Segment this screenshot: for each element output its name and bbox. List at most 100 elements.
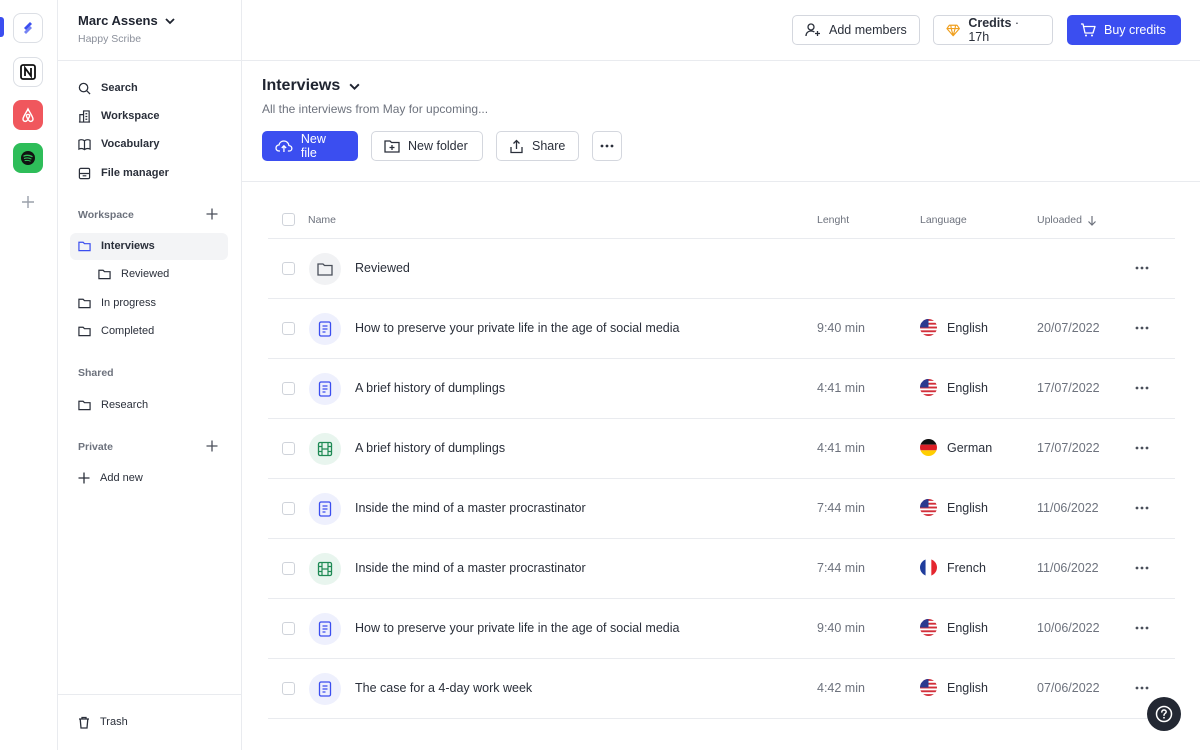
credits-button[interactable]: Credits · 17h: [933, 15, 1053, 45]
folder-icon: [78, 326, 91, 337]
file-length: 9:40 min: [817, 321, 865, 335]
more-horizontal-icon: [1135, 386, 1149, 390]
trash-button[interactable]: Trash: [78, 713, 128, 731]
table-row[interactable]: Inside the mind of a master procrastinat…: [268, 539, 1175, 599]
table-row[interactable]: A brief history of dumplings 4:41 min Engl…: [268, 359, 1175, 419]
diamond-icon: [946, 24, 960, 36]
spotify-app-icon[interactable]: [13, 143, 43, 173]
row-checkbox[interactable]: [282, 682, 295, 695]
row-checkbox[interactable]: [282, 562, 295, 575]
file-name[interactable]: A brief history of dumplings: [355, 441, 505, 455]
page-title: Interviews: [262, 77, 341, 94]
sidebar-item-research[interactable]: Research: [78, 396, 148, 414]
file-language-label: French: [947, 560, 986, 575]
more-horizontal-icon: [600, 144, 614, 148]
help-button[interactable]: [1147, 697, 1181, 731]
row-more-button[interactable]: [1133, 437, 1151, 457]
select-all-checkbox[interactable]: [282, 213, 295, 226]
row-checkbox[interactable]: [282, 262, 295, 275]
notion-app-icon[interactable]: [13, 57, 43, 87]
nav-file-manager[interactable]: File manager: [78, 164, 169, 182]
happy-scribe-app-icon[interactable]: [13, 13, 43, 43]
new-folder-button[interactable]: New folder: [371, 131, 483, 161]
new-folder-label: New folder: [408, 139, 468, 153]
active-app-indicator: [0, 17, 4, 37]
column-header-language[interactable]: Language: [920, 214, 967, 226]
chevron-down-icon: [165, 17, 175, 24]
file-name[interactable]: How to preserve your private life in the…: [355, 621, 679, 635]
file-uploaded-date: 17/07/2022: [1037, 441, 1100, 455]
column-header-name[interactable]: Name: [308, 214, 336, 226]
add-workspace-folder-button[interactable]: [206, 208, 218, 223]
buy-credits-button[interactable]: Buy credits: [1067, 15, 1181, 45]
file-name[interactable]: How to preserve your private life in the…: [355, 321, 679, 335]
add-private-folder-button[interactable]: [206, 440, 218, 455]
row-checkbox[interactable]: [282, 502, 295, 515]
file-length: 7:44 min: [817, 561, 865, 575]
sidebar-item-completed[interactable]: Completed: [78, 322, 154, 340]
more-options-button[interactable]: [592, 131, 622, 161]
table-row[interactable]: The case for a 4-day work week 4:42 min En…: [268, 659, 1175, 719]
us-flag-icon: [920, 499, 937, 516]
more-horizontal-icon: [1135, 506, 1149, 510]
share-button[interactable]: Share: [496, 131, 579, 161]
trash-label: Trash: [100, 716, 128, 728]
sidebar-item-in-progress[interactable]: In progress: [78, 294, 156, 312]
table-row[interactable]: How to preserve your private life in the…: [268, 299, 1175, 359]
account-switcher[interactable]: Marc Assens Happy Scribe: [78, 13, 176, 45]
sidebar-item-label: In progress: [101, 297, 157, 309]
airbnb-app-icon[interactable]: [13, 100, 43, 130]
row-more-button[interactable]: [1133, 377, 1151, 397]
chevron-down-icon: [349, 83, 360, 90]
french-flag-icon: [920, 559, 937, 576]
sidebar-item-interviews[interactable]: Interviews: [78, 237, 155, 255]
folder-title-dropdown[interactable]: Interviews: [262, 77, 361, 95]
row-more-button[interactable]: [1133, 677, 1151, 697]
row-checkbox[interactable]: [282, 622, 295, 635]
divider: [58, 694, 242, 695]
new-file-button[interactable]: New file: [262, 131, 358, 161]
us-flag-icon: [920, 379, 937, 396]
row-more-button[interactable]: [1133, 317, 1151, 337]
add-new-button[interactable]: Add new: [78, 469, 143, 487]
row-checkbox[interactable]: [282, 442, 295, 455]
table-row[interactable]: Reviewed: [268, 239, 1175, 299]
nav-search[interactable]: Search: [78, 79, 138, 97]
row-checkbox[interactable]: [282, 382, 295, 395]
file-type-badge: [309, 313, 341, 345]
file-type-badge: [309, 253, 341, 285]
folder-description: All the interviews from May for upcoming…: [262, 102, 489, 116]
row-more-button[interactable]: [1133, 497, 1151, 517]
row-checkbox[interactable]: [282, 322, 295, 335]
file-language: English: [920, 499, 988, 516]
private-section-label: Private: [78, 441, 114, 453]
file-name[interactable]: The case for a 4-day work week: [355, 681, 532, 695]
nav-vocabulary[interactable]: Vocabulary: [78, 135, 160, 153]
file-type-badge: [309, 373, 341, 405]
nav-workspace[interactable]: Workspace: [78, 107, 160, 125]
sidebar-item-reviewed[interactable]: Reviewed: [98, 265, 169, 283]
file-name[interactable]: Inside the mind of a master procrastinat…: [355, 501, 586, 515]
plus-icon: [78, 472, 90, 484]
plus-icon: [206, 208, 218, 220]
folder-icon: [317, 263, 333, 276]
add-members-button[interactable]: Add members: [792, 15, 920, 45]
file-name[interactable]: A brief history of dumplings: [355, 381, 505, 395]
column-header-uploaded[interactable]: Uploaded: [1037, 214, 1097, 226]
divider: [242, 181, 1200, 182]
file-uploaded-date: 11/06/2022: [1037, 501, 1099, 515]
column-header-length[interactable]: Lenght: [817, 214, 849, 226]
file-type-badge: [309, 493, 341, 525]
document-icon: [318, 681, 332, 697]
row-more-button[interactable]: [1133, 257, 1151, 277]
row-more-button[interactable]: [1133, 617, 1151, 637]
row-more-button[interactable]: [1133, 557, 1151, 577]
file-length: 7:44 min: [817, 501, 865, 515]
add-app-icon[interactable]: [13, 187, 43, 217]
file-name[interactable]: Reviewed: [355, 261, 410, 275]
divider: [58, 60, 242, 61]
table-row[interactable]: A brief history of dumplings 4:41 min Germ…: [268, 419, 1175, 479]
table-row[interactable]: Inside the mind of a master procrastinat…: [268, 479, 1175, 539]
file-name[interactable]: Inside the mind of a master procrastinat…: [355, 561, 586, 575]
table-row[interactable]: How to preserve your private life in the…: [268, 599, 1175, 659]
